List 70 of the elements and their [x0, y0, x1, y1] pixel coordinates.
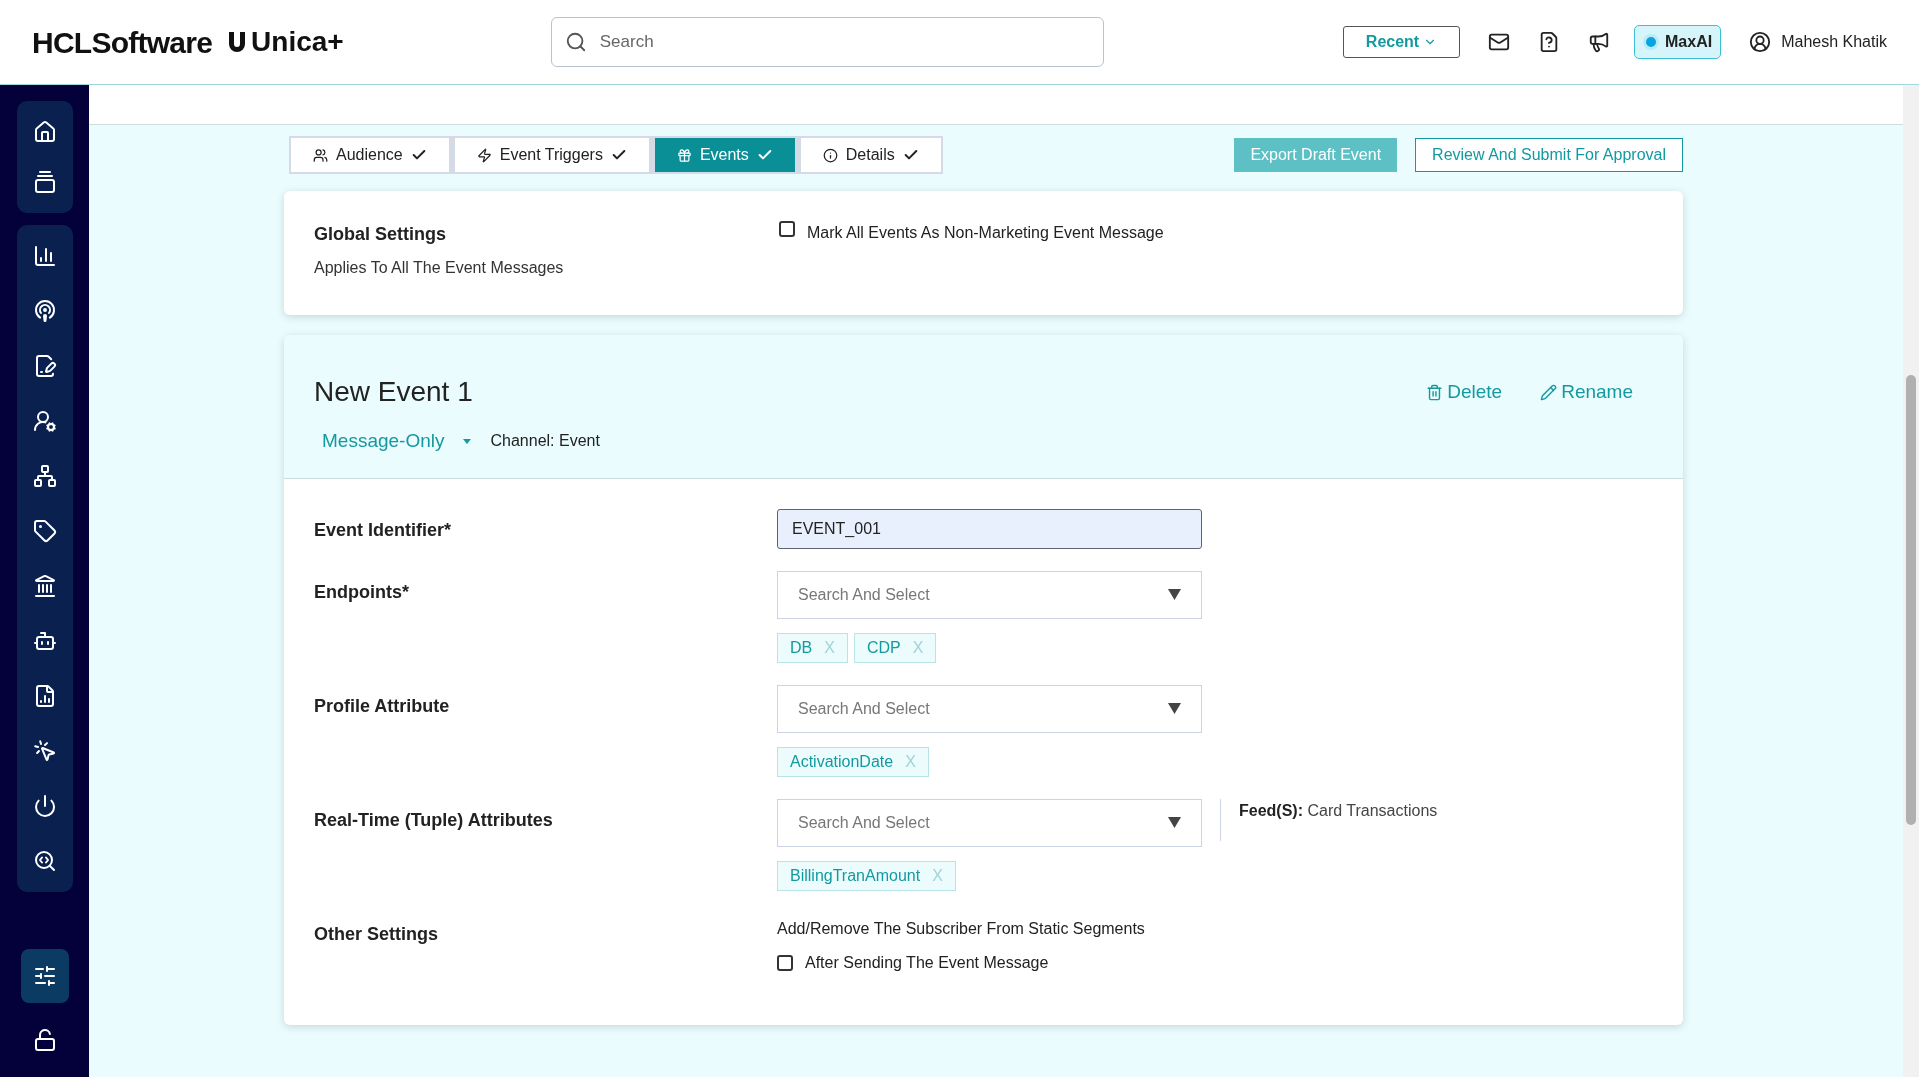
power-icon: [32, 794, 57, 818]
dropdown-arrow-icon: [1168, 589, 1181, 600]
feed-info: Feed(S): Card Transactions: [1239, 801, 1438, 819]
megaphone-icon[interactable]: [1588, 31, 1611, 53]
home-icon: [32, 120, 57, 144]
unlock-icon: [32, 1028, 57, 1052]
search-analysis-icon: [32, 849, 57, 873]
gallery-icon: [32, 170, 57, 194]
section-subtitle: Applies To All The Event Messages: [314, 258, 565, 278]
checkbox-label: After Sending The Event Message: [805, 952, 1049, 973]
delete-button[interactable]: Delete: [1426, 377, 1503, 407]
product-name: Unica+: [251, 25, 344, 59]
type-dropdown[interactable]: Message-Only: [322, 427, 471, 456]
bank-icon: [32, 574, 57, 598]
bolt-icon: [476, 147, 492, 163]
pencil-icon: [1540, 383, 1558, 401]
action-button[interactable]: Review And Submit For Approval: [1415, 138, 1683, 172]
users-icon: [313, 147, 328, 163]
mail-icon[interactable]: [1488, 31, 1511, 53]
user-settings-icon: [32, 409, 57, 433]
field-label: Endpoints*: [314, 580, 410, 604]
broadcast-icon: [32, 299, 57, 323]
field-label: Real-Time (Tuple) Attributes: [314, 808, 554, 832]
scrollbar-thumb[interactable]: [1906, 375, 1916, 825]
user-avatar-icon[interactable]: [1749, 31, 1772, 53]
step-tab[interactable]: Events: [648, 138, 795, 172]
dropdown-placeholder: Search And Select: [798, 698, 930, 719]
tag-label: DB: [790, 637, 813, 658]
scrollbar[interactable]: [1903, 85, 1919, 1077]
robot-icon: [32, 629, 57, 653]
cursor-click-icon: [32, 739, 57, 763]
field-label: Other Settings: [314, 922, 439, 946]
gift-icon: [676, 147, 692, 163]
sidebar-item[interactable]: [20, 949, 69, 1003]
tag-label: BillingTranAmount: [790, 865, 921, 886]
search-select-dropdown[interactable]: Search And Select: [777, 684, 1202, 733]
user-name[interactable]: Mahesh Khatik: [1781, 30, 1887, 54]
recent-dropdown[interactable]: Recent: [1343, 26, 1461, 58]
tag-label: CDP: [866, 637, 901, 658]
info-icon: [822, 147, 838, 163]
search-icon: [564, 31, 587, 53]
search-select-dropdown[interactable]: Search And Select: [777, 798, 1202, 847]
event-identifier-field[interactable]: EVENT_001: [777, 508, 1202, 549]
field-label: Profile Attribute: [314, 694, 451, 718]
bar-chart-icon: [32, 244, 57, 268]
sliders-icon: [32, 964, 57, 988]
brand-logo: HCLSoftware: [32, 24, 213, 61]
settings-caption: Add/Remove The Subscriber From Static Segments: [777, 918, 1145, 939]
checkbox-label: Mark All Events As Non-Marketing Event Message: [807, 223, 1164, 243]
tag-label: ActivationDate: [790, 751, 894, 772]
dropdown-placeholder: Search And Select: [798, 584, 930, 605]
checkbox-option[interactable]: After Sending The Event Message: [777, 950, 1145, 975]
rename-button[interactable]: Rename: [1540, 377, 1633, 407]
hierarchy-icon: [32, 464, 57, 488]
trash-icon: [1426, 383, 1444, 401]
event-title: New Event 1: [314, 375, 473, 409]
field-label: Event Identifier*: [314, 518, 453, 542]
channel-label: Channel: Event: [490, 431, 600, 452]
search-field[interactable]: Search: [550, 17, 1104, 67]
checkbox[interactable]: [779, 221, 795, 237]
caret-icon: [462, 438, 471, 444]
checkbox-option[interactable]: Mark All Events As Non-Marketing Event Message: [779, 221, 1164, 241]
dropdown-placeholder: Search And Select: [798, 812, 930, 833]
dropdown-arrow-icon: [1168, 703, 1181, 714]
tag-icon: [32, 519, 57, 543]
search-select-dropdown[interactable]: Search And Select: [777, 570, 1202, 619]
checkbox[interactable]: [777, 954, 793, 971]
maxai-toggle[interactable]: MaxAI: [1634, 25, 1722, 59]
dropdown-arrow-icon: [1168, 817, 1181, 828]
section-title: Global Settings: [314, 223, 447, 246]
